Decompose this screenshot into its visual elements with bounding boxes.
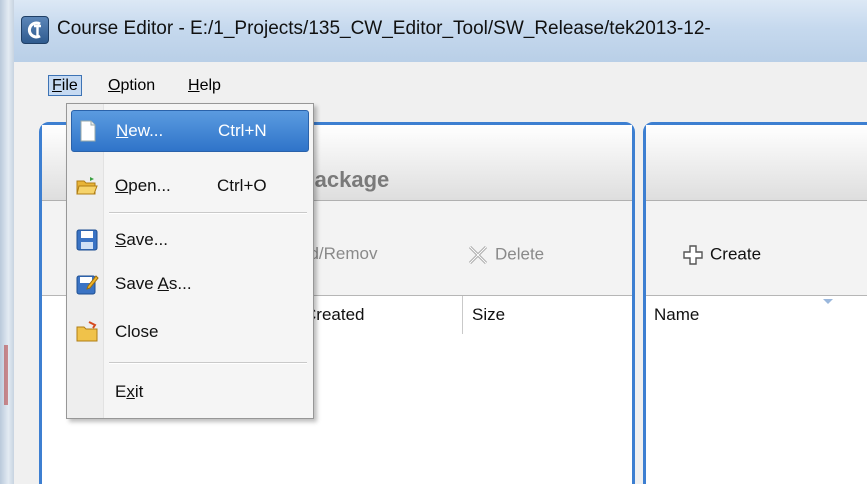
menu-item-exit-pre: E [115, 382, 127, 401]
menu-item-save-rest: ave... [126, 230, 168, 249]
menu-option[interactable]: Option [104, 76, 159, 96]
menu-bar: File Option Help [14, 62, 867, 104]
right-panel-header [646, 125, 867, 201]
menu-item-exit-label: Exit [115, 382, 143, 402]
course-editor-window: Course Editor - E:/1_Projects/135_CW_Edi… [14, 0, 867, 484]
menu-item-close[interactable]: Close [71, 312, 307, 352]
menu-separator [109, 212, 307, 214]
menu-item-new[interactable]: New... Ctrl+N [71, 110, 309, 152]
menu-item-save-as-rest: s... [168, 274, 192, 293]
delete-x-icon [468, 245, 488, 265]
menu-option-mnemonic: O [108, 77, 121, 94]
menu-item-open-label: Open... [115, 176, 171, 196]
menu-item-exit[interactable]: Exit [71, 372, 307, 412]
right-table-body[interactable] [646, 334, 867, 484]
menu-help-mnemonic: H [188, 77, 200, 94]
menu-item-open-shortcut: Ctrl+O [217, 176, 267, 195]
menu-item-new-shortcut: Ctrl+N [218, 121, 267, 140]
column-name[interactable]: Name [654, 305, 699, 325]
sort-indicator-icon [823, 299, 833, 304]
close-folder-icon [76, 321, 98, 342]
menu-item-open-rest: pen... [128, 176, 171, 195]
menu-item-exit-mnemonic: x [126, 382, 135, 401]
save-disk-icon [76, 229, 98, 251]
plus-icon [683, 245, 703, 265]
menu-item-new-label: New... [116, 121, 163, 141]
menu-option-rest: ption [120, 77, 156, 94]
app-icon [21, 16, 49, 44]
menu-item-save-as-pre: Save [115, 274, 158, 293]
delete-label: Delete [495, 244, 545, 264]
menu-item-save-as[interactable]: Save As... [71, 264, 307, 304]
window-title: Course Editor - E:/1_Projects/135_CW_Edi… [57, 18, 711, 39]
title-bar[interactable]: Course Editor - E:/1_Projects/135_CW_Edi… [14, 0, 867, 63]
new-document-icon [80, 120, 96, 142]
column-divider[interactable] [462, 296, 463, 334]
menu-item-save-as-mnemonic: A [157, 274, 169, 293]
right-panel: Create Name [643, 122, 867, 484]
right-toolbar: Create [646, 220, 867, 280]
menu-item-save[interactable]: Save... [71, 220, 307, 260]
menu-item-new-rest: ew... [128, 121, 164, 140]
menu-item-save-label: Save... [115, 230, 168, 250]
desktop-edge [0, 0, 14, 484]
file-menu-dropdown: New... Ctrl+N Open... Ctrl+O Save... Sav… [66, 103, 314, 419]
column-size[interactable]: Size [472, 305, 505, 325]
create-button[interactable]: Create [682, 244, 761, 266]
menu-item-close-label: Close [115, 322, 159, 341]
menu-item-open[interactable]: Open... Ctrl+O [71, 166, 307, 206]
menu-separator [109, 362, 307, 364]
menu-item-exit-rest: it [134, 382, 144, 401]
create-label: Create [710, 244, 762, 264]
menu-item-new-mnemonic: N [116, 121, 129, 140]
menu-item-save-as-label: Save As... [115, 274, 192, 294]
menu-file[interactable]: File [44, 75, 86, 96]
open-folder-icon [76, 177, 98, 195]
right-table-header: Name [646, 295, 867, 335]
menu-help[interactable]: Help [184, 76, 225, 96]
menu-help-rest: elp [199, 77, 221, 94]
menu-item-open-mnemonic: O [115, 176, 129, 195]
menu-item-save-mnemonic: S [115, 230, 127, 249]
menu-file-rest: ile [61, 77, 78, 94]
delete-button[interactable]: Delete [467, 244, 544, 266]
save-as-icon [76, 275, 99, 295]
menu-file-mnemonic: F [52, 77, 62, 94]
